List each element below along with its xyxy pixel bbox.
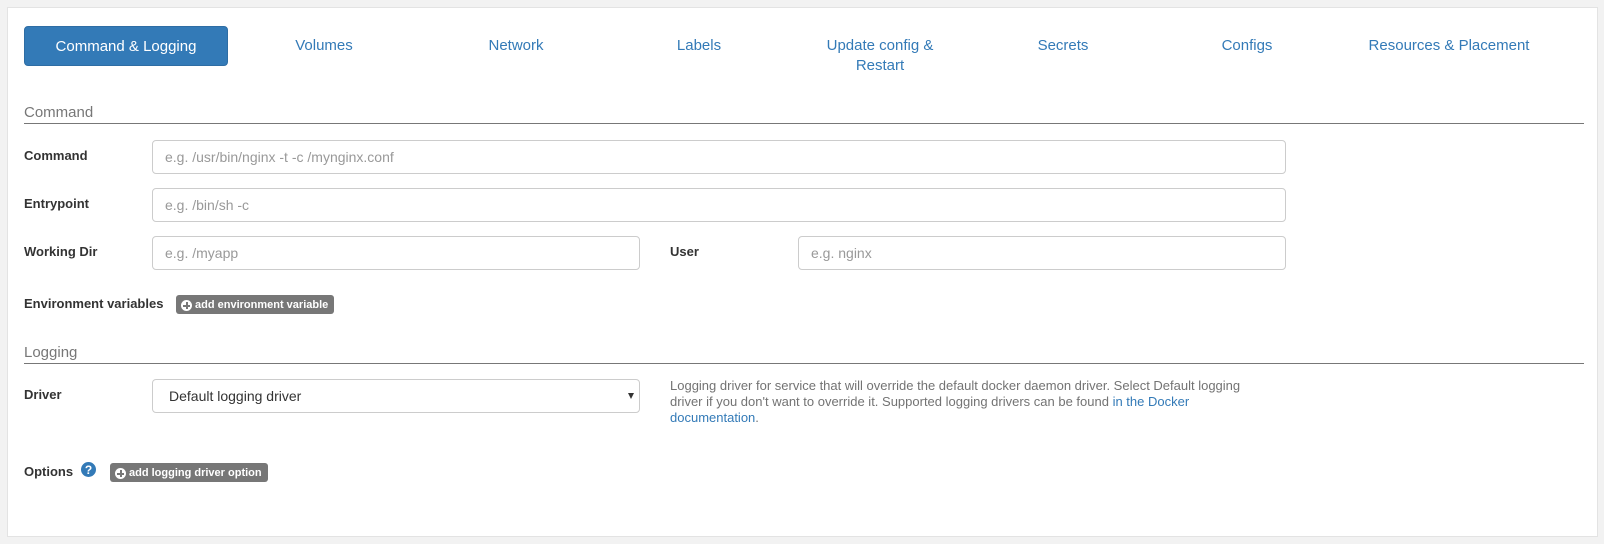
question-circle-icon[interactable]: ? <box>81 462 96 477</box>
logging-driver-select[interactable]: Default logging driver <box>152 379 640 413</box>
tab-update-config-restart[interactable]: Update config & Restart <box>814 26 946 82</box>
working-dir-label: Working Dir <box>24 244 98 259</box>
environment-variables-label: Environment variables <box>24 296 164 311</box>
tab-command-logging[interactable]: Command & Logging <box>24 26 228 66</box>
command-input[interactable] <box>152 140 1286 174</box>
options-label: Options <box>24 464 74 479</box>
command-label: Command <box>24 148 88 163</box>
entrypoint-input[interactable] <box>152 188 1286 222</box>
driver-label: Driver <box>24 387 62 402</box>
tab-bar: Command & Logging Volumes Network Labels… <box>24 26 1584 86</box>
tab-network[interactable]: Network <box>421 26 611 66</box>
tab-labels[interactable]: Labels <box>604 26 794 66</box>
user-label: User <box>670 244 699 259</box>
logging-driver-selected-value: Default logging driver <box>169 388 302 404</box>
tab-configs[interactable]: Configs <box>1152 26 1342 66</box>
working-dir-input[interactable] <box>152 236 640 270</box>
service-details-panel: Command & Logging Volumes Network Labels… <box>7 7 1598 537</box>
entrypoint-label: Entrypoint <box>24 196 89 211</box>
chevron-down-icon <box>628 393 634 399</box>
add-environment-variable-button[interactable]: add environment variable <box>176 295 335 314</box>
add-logging-driver-option-button[interactable]: add logging driver option <box>110 463 268 482</box>
command-section-title: Command <box>24 104 1584 124</box>
add-environment-variable-label: add environment variable <box>195 299 329 311</box>
logging-driver-help-text: Logging driver for service that will ove… <box>670 378 1270 426</box>
add-logging-driver-option-label: add logging driver option <box>129 467 262 479</box>
user-input[interactable] <box>798 236 1286 270</box>
logging-section-title: Logging <box>24 344 1584 364</box>
tab-resources-placement[interactable]: Resources & Placement <box>1344 26 1554 66</box>
tab-secrets[interactable]: Secrets <box>968 26 1158 66</box>
plus-circle-icon <box>181 300 192 311</box>
plus-circle-icon <box>115 468 126 479</box>
logging-driver-help-end: . <box>755 410 759 425</box>
tab-volumes[interactable]: Volumes <box>229 26 419 66</box>
